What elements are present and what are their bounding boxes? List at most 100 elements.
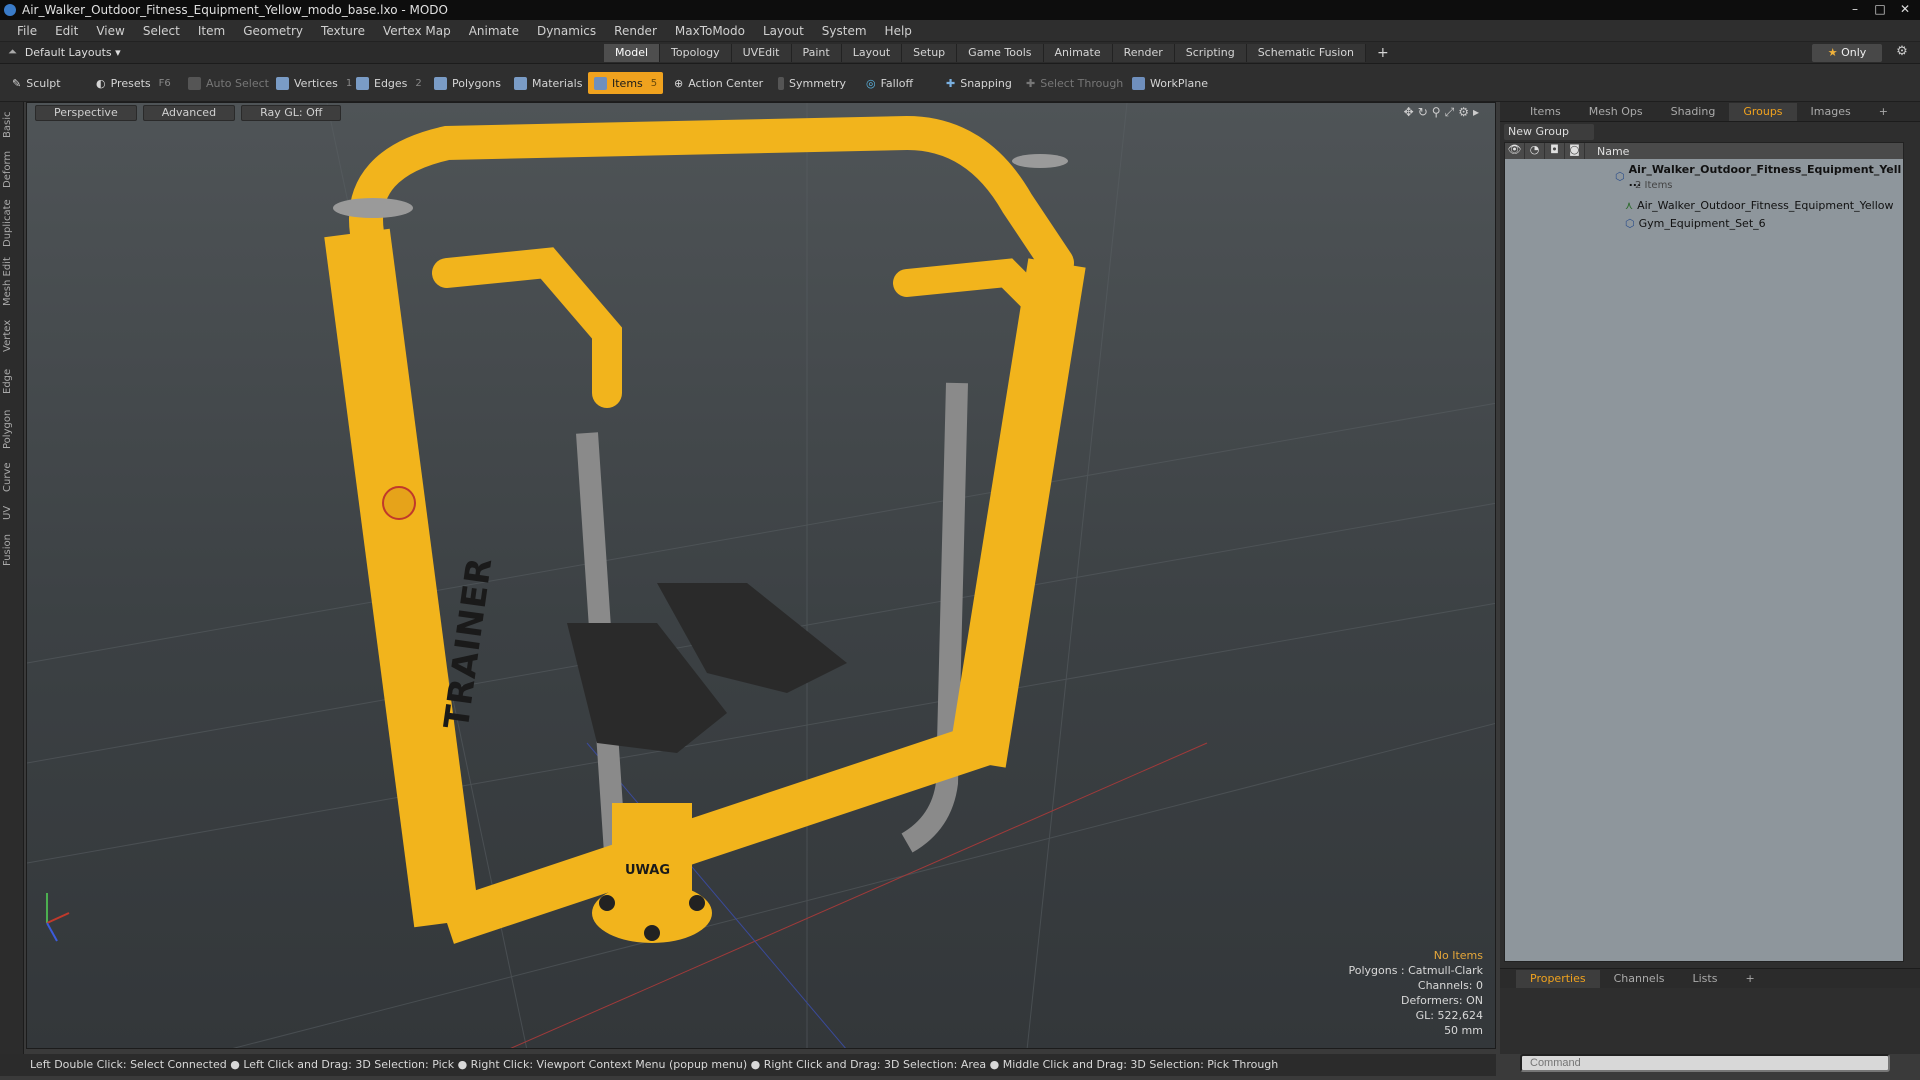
add-tab-icon[interactable]: + xyxy=(1366,44,1400,62)
menu-edit[interactable]: Edit xyxy=(46,24,87,38)
tab-groups[interactable]: Groups xyxy=(1729,102,1797,121)
falloff-icon: ◎ xyxy=(866,76,876,90)
materials-button[interactable]: Materials xyxy=(508,72,588,94)
raygl-button[interactable]: Ray GL: Off xyxy=(241,105,342,121)
tab-mesh-edit[interactable]: Mesh Edit xyxy=(2,256,22,308)
fit-view-icon[interactable]: ⤢ xyxy=(1445,105,1455,120)
menu-geometry[interactable]: Geometry xyxy=(234,24,312,38)
tab-channels[interactable]: Channels xyxy=(1600,970,1679,988)
tab-vertex[interactable]: Vertex xyxy=(2,316,22,356)
scale-stat: 50 mm xyxy=(1444,1024,1483,1037)
close-button[interactable]: ✕ xyxy=(1894,1,1916,17)
tab-schematic-fusion[interactable]: Schematic Fusion xyxy=(1246,44,1367,62)
menu-item[interactable]: Item xyxy=(189,24,234,38)
tab-duplicate[interactable]: Duplicate xyxy=(2,198,22,248)
vertices-button[interactable]: Vertices 1 xyxy=(270,72,358,94)
title-bar: Air_Walker_Outdoor_Fitness_Equipment_Yel… xyxy=(0,0,1920,20)
tab-mesh-ops[interactable]: Mesh Ops xyxy=(1575,103,1657,121)
new-group-button[interactable]: New Group xyxy=(1504,124,1594,140)
add-panel-tab-icon[interactable]: + xyxy=(1865,103,1902,121)
menu-vertex-map[interactable]: Vertex Map xyxy=(374,24,460,38)
command-input[interactable] xyxy=(1520,1054,1890,1072)
left-post-cap xyxy=(333,198,413,218)
menu-file[interactable]: File xyxy=(8,24,46,38)
tab-basic[interactable]: Basic xyxy=(2,108,22,142)
select-through-button[interactable]: ✚ Select Through xyxy=(1020,72,1129,94)
top-frame-bar xyxy=(349,115,1074,280)
tab-items[interactable]: Items xyxy=(1516,103,1575,121)
left-frame-post xyxy=(324,228,480,928)
menu-help[interactable]: Help xyxy=(876,24,921,38)
menu-animate[interactable]: Animate xyxy=(460,24,528,38)
sculpt-button[interactable]: ✎ Sculpt xyxy=(6,72,67,94)
rotate-view-icon[interactable]: ↻ xyxy=(1418,105,1428,120)
items-button[interactable]: Items 5 xyxy=(588,72,664,94)
add-properties-tab-icon[interactable]: + xyxy=(1731,970,1768,988)
gear-icon[interactable]: ⚙ xyxy=(1892,44,1912,62)
menu-texture[interactable]: Texture xyxy=(312,24,374,38)
menu-system[interactable]: System xyxy=(813,24,876,38)
polygons-button[interactable]: Polygons xyxy=(428,72,507,94)
maximize-button[interactable]: □ xyxy=(1869,1,1891,17)
zoom-view-icon[interactable]: ⚲ xyxy=(1432,105,1441,120)
snapping-button[interactable]: ✚ Snapping xyxy=(940,72,1018,94)
auto-select-button[interactable]: Auto Select xyxy=(182,72,275,94)
action-center-button[interactable]: ⊕ Action Center xyxy=(668,72,769,94)
menu-dynamics[interactable]: Dynamics xyxy=(528,24,605,38)
base-label: UWAG xyxy=(625,863,671,878)
visibility-column-icon[interactable]: 👁 xyxy=(1505,143,1525,159)
tab-paint[interactable]: Paint xyxy=(791,44,842,62)
tab-animate[interactable]: Animate xyxy=(1043,44,1113,62)
tab-uv[interactable]: UV xyxy=(2,502,22,524)
menu-view[interactable]: View xyxy=(87,24,133,38)
viewport-header: Perspective Advanced Ray GL: Off xyxy=(35,105,342,121)
tab-polygon[interactable]: Polygon xyxy=(2,406,22,452)
tab-model[interactable]: Model xyxy=(604,44,661,62)
tab-properties[interactable]: Properties xyxy=(1516,969,1600,988)
brush-icon: ✎ xyxy=(12,76,22,90)
workplane-button[interactable]: WorkPlane xyxy=(1126,72,1214,94)
minimize-button[interactable]: – xyxy=(1844,1,1866,17)
tab-render[interactable]: Render xyxy=(1112,44,1175,62)
menu-layout[interactable]: Layout xyxy=(754,24,813,38)
tab-layout[interactable]: Layout xyxy=(841,44,903,62)
tab-edge[interactable]: Edge xyxy=(2,364,22,398)
bolt-1 xyxy=(599,895,615,911)
only-button[interactable]: ★ Only xyxy=(1812,44,1882,62)
viewport-scene xyxy=(27,103,1495,1048)
lock-column-icon[interactable]: ◘ xyxy=(1545,143,1565,159)
tree-header: 👁 ◔ ◘ ◙ Name xyxy=(1505,143,1903,159)
menu-maxtomodo[interactable]: MaxToModo xyxy=(666,24,754,38)
menu-select[interactable]: Select xyxy=(134,24,189,38)
tab-lists[interactable]: Lists xyxy=(1679,970,1732,988)
select-through-icon: ✚ xyxy=(1026,76,1036,90)
render-column-icon[interactable]: ◔ xyxy=(1525,143,1545,159)
move-view-icon[interactable]: ✥ xyxy=(1404,105,1414,120)
select-column-icon[interactable]: ◙ xyxy=(1565,143,1585,159)
tab-uvedit[interactable]: UVEdit xyxy=(731,44,792,62)
advanced-button[interactable]: Advanced xyxy=(142,105,236,121)
edges-button[interactable]: Edges 2 xyxy=(350,72,428,94)
3d-viewport[interactable]: TRAINER UWAG Perspective Advanced Ray GL… xyxy=(26,102,1496,1049)
perspective-button[interactable]: Perspective xyxy=(35,105,137,121)
tree-row-set[interactable]: ⬡ Gym_Equipment_Set_6 xyxy=(1625,217,1766,230)
panel-tabs: Items Mesh Ops Shading Groups Images + xyxy=(1500,102,1920,122)
tab-fusion[interactable]: Fusion xyxy=(2,530,22,570)
falloff-button[interactable]: ◎ Falloff xyxy=(860,72,919,94)
viewport-settings-icon[interactable]: ⚙ xyxy=(1458,105,1469,120)
viewport-nav-icons: ✥ ↻ ⚲ ⤢ ⚙ ▸ xyxy=(1404,105,1479,120)
tree-row-mesh[interactable]: ⋏ Air_Walker_Outdoor_Fitness_Equipment_Y… xyxy=(1625,199,1893,212)
viewport-expand-icon[interactable]: ▸ xyxy=(1473,105,1479,120)
tab-scripting[interactable]: Scripting xyxy=(1174,44,1247,62)
tab-images[interactable]: Images xyxy=(1797,103,1865,121)
layouts-dropdown[interactable]: ⏶ Default Layouts ▾ xyxy=(8,45,121,59)
tab-game-tools[interactable]: Game Tools xyxy=(957,44,1044,62)
tab-shading[interactable]: Shading xyxy=(1657,103,1730,121)
tab-setup[interactable]: Setup xyxy=(902,44,958,62)
tab-deform[interactable]: Deform xyxy=(2,148,22,190)
tab-curve[interactable]: Curve xyxy=(2,458,22,496)
symmetry-button[interactable]: Symmetry xyxy=(772,72,852,94)
menu-render[interactable]: Render xyxy=(605,24,666,38)
presets-button[interactable]: ◐ Presets F6 xyxy=(90,72,177,94)
tab-topology[interactable]: Topology xyxy=(660,44,732,62)
